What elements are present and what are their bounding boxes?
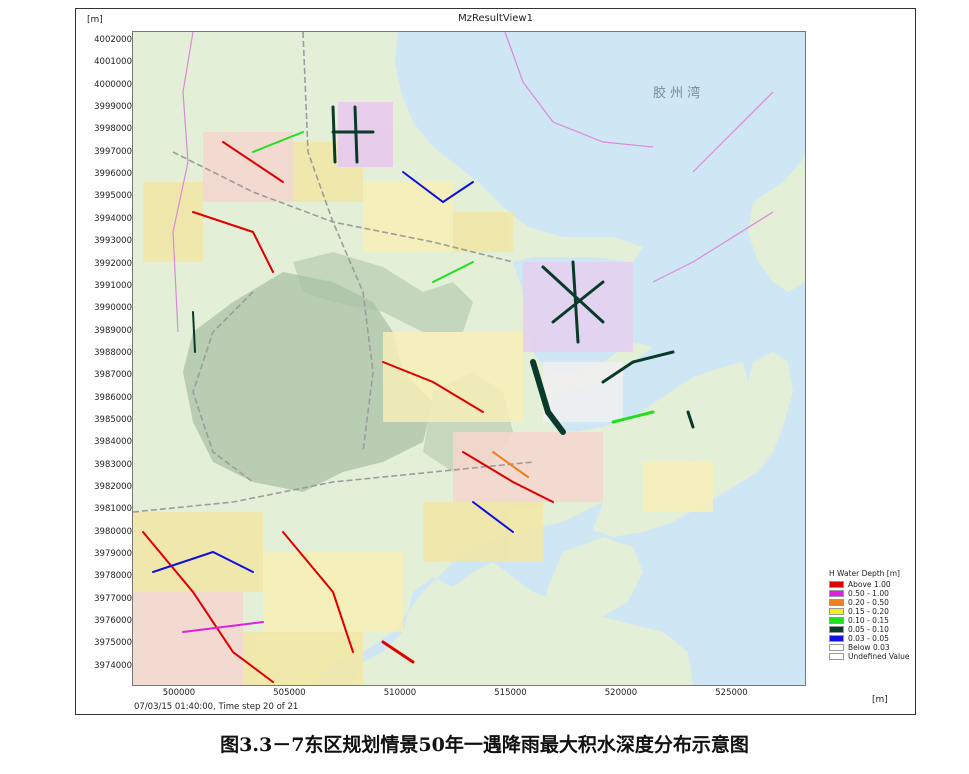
y-tick-label: 3998000 [94,124,132,135]
y-tick-label: 3999000 [94,102,132,113]
legend-row: Undefined Value [829,652,915,661]
y-tick-label: 3979000 [94,549,132,560]
legend-row: Below 0.03 [829,643,915,652]
y-tick-label: 3997000 [94,146,132,157]
legend-row: 0.10 - 0.15 [829,616,915,625]
legend-label: 0.20 - 0.50 [848,598,889,607]
x-tick-label: 520000 [604,688,638,698]
legend-label: 0.10 - 0.15 [848,616,889,625]
legend-label: 0.05 - 0.10 [848,625,889,634]
legend-swatch [829,617,844,624]
legend-swatch [829,581,844,588]
y-tick-label: 3989000 [94,325,132,336]
y-tick-label: 3987000 [94,370,132,381]
x-tick-label: 500000 [162,688,196,698]
y-tick-label: 3981000 [94,504,132,515]
legend-row: 0.50 - 1.00 [829,589,915,598]
y-tick-label: 3975000 [94,638,132,649]
y-tick-label: 4002000 [94,35,132,45]
y-tick-label: 3995000 [94,191,132,202]
x-tick-label: 510000 [383,688,417,698]
legend-swatch [829,626,844,633]
x-tick-label: 505000 [273,688,306,698]
y-tick-label: 3992000 [94,258,132,269]
x-axis-unit: [m] [872,695,888,705]
x-tick-label: 525000 [715,688,748,698]
y-tick-label: 3974000 [94,660,132,671]
legend-row: Above 1.00 [829,580,915,589]
y-tick-label: 3983000 [94,459,132,470]
legend-swatch [829,644,844,651]
legend-swatch [829,653,844,660]
legend-label: Below 0.03 [848,643,890,652]
y-tick-label: 3985000 [94,414,132,425]
y-axis-unit: [m] [87,15,103,25]
window-title: MzResultView1 [458,13,533,24]
y-tick-label: 3978000 [94,571,132,582]
legend-label: Above 1.00 [848,580,891,589]
x-tick-label: 515000 [494,688,527,698]
legend-label: 0.03 - 0.05 [848,634,889,643]
y-tick-label: 3986000 [94,392,132,403]
y-tick-label: 3993000 [94,236,132,247]
map-svg: 胶 州 湾 [133,32,805,685]
legend-label: 0.15 - 0.20 [848,607,889,616]
timestep-status: 07/03/15 01:40:00, Time step 20 of 21 [134,702,299,712]
result-view-window: MzResultView1 [m] 4002000 4001000 4000000 3… [75,8,916,715]
y-tick-label: 3996000 [94,169,132,180]
legend-row: 0.03 - 0.05 [829,634,915,643]
y-tick-label: 3984000 [94,437,132,448]
y-tick-label: 4001000 [94,57,132,68]
y-tick-label: 3990000 [94,303,132,314]
y-tick-label: 3994000 [94,213,132,224]
legend-row: 0.15 - 0.20 [829,607,915,616]
y-tick-label: 3991000 [94,280,132,291]
bay-label: 胶 州 湾 [653,85,700,101]
y-tick-label: 4000000 [94,79,132,90]
legend-row: 0.20 - 0.50 [829,598,915,607]
legend-label: 0.50 - 1.00 [848,589,889,598]
y-tick-label: 3980000 [94,526,132,537]
y-tick-label: 3982000 [94,482,132,492]
map-canvas[interactable]: 胶 州 湾 [132,31,806,686]
legend-title: H Water Depth [m] [829,569,900,578]
legend-swatch [829,635,844,642]
legend-swatch [829,599,844,606]
figure-caption: 图3.3－7东区规划情景50年一遇降雨最大积水深度分布示意图 [220,734,749,756]
legend-label: Undefined Value [848,652,910,661]
legend: H Water Depth [m] Above 1.00 0.50 - 1.00 0… [829,569,915,661]
legend-swatch [829,590,844,597]
legend-row: 0.05 - 0.10 [829,625,915,634]
y-tick-label: 3977000 [94,593,132,604]
legend-swatch [829,608,844,615]
y-tick-label: 3988000 [94,347,132,358]
y-tick-label: 3976000 [94,616,132,627]
legend-items: Above 1.00 0.50 - 1.00 0.20 - 0.50 0.15 - 0… [829,580,915,661]
